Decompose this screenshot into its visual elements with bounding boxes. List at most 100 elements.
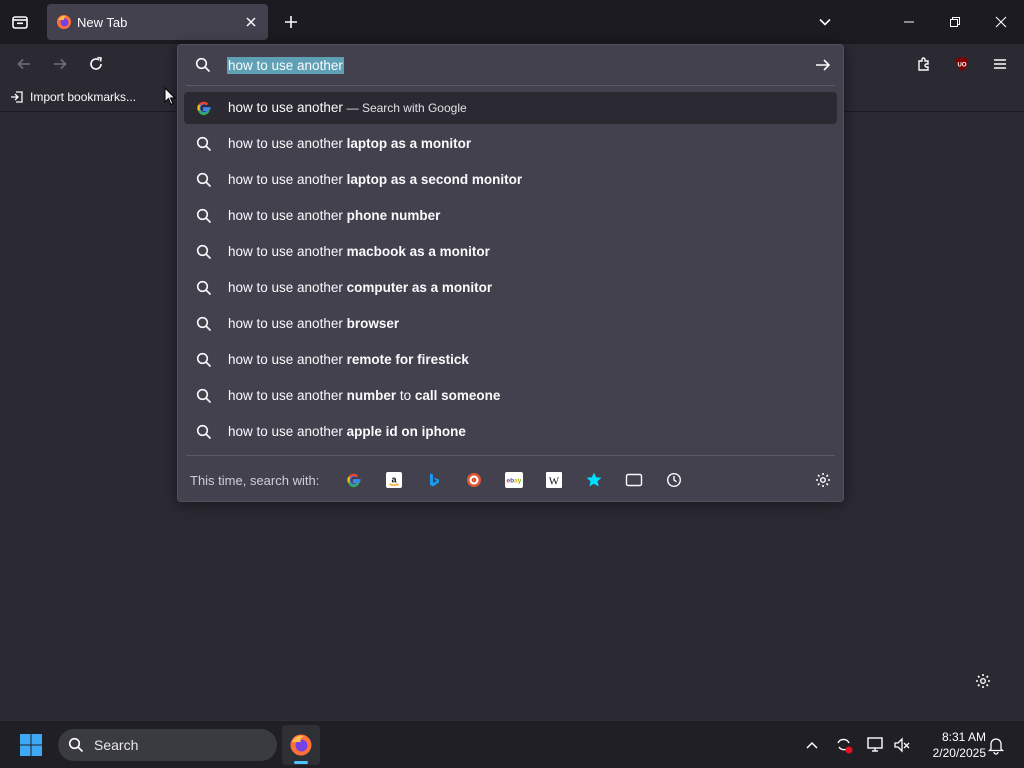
suggestion-completion: macbook as a monitor — [346, 244, 490, 259]
search-icon — [196, 388, 212, 404]
engine-duckduckgo-button[interactable] — [463, 469, 485, 491]
suggestion-prefix: how to use another — [228, 100, 343, 115]
suggestion-completion: remote for firestick — [346, 352, 469, 367]
suggestion-row[interactable]: how to use another phone number — [184, 200, 837, 232]
taskbar-clock[interactable]: 8:31 AM 2/20/2025 — [920, 729, 986, 761]
suggestion-row[interactable]: how to use another laptop as a monitor — [184, 128, 837, 160]
minimize-button[interactable] — [886, 0, 932, 44]
taskbar-firefox-button[interactable] — [282, 725, 320, 765]
back-button[interactable] — [8, 48, 40, 80]
close-tab-icon[interactable] — [245, 16, 257, 28]
ublock-origin-button[interactable]: UO — [946, 48, 978, 80]
suggestion-row[interactable]: how to use another laptop as a second mo… — [184, 164, 837, 196]
suggestion-text: how to use another number to call someon… — [228, 388, 500, 403]
chevron-down-icon — [819, 18, 831, 26]
search-settings-button[interactable] — [812, 469, 834, 491]
list-all-tabs-button[interactable] — [802, 0, 848, 44]
bookmarks-star-icon — [586, 472, 602, 487]
suggestion-row[interactable]: how to use another number to call someon… — [184, 380, 837, 412]
engine-amazon-button[interactable]: a — [383, 469, 405, 491]
search-icon — [196, 244, 212, 260]
suggestion-row[interactable]: how to use another computer as a monitor — [184, 272, 837, 304]
network-tray-button[interactable] — [866, 735, 886, 755]
suggestion-text: how to use another macbook as a monitor — [228, 244, 490, 259]
notifications-button[interactable] — [986, 735, 1006, 755]
suggestion-text: how to use another laptop as a second mo… — [228, 172, 522, 187]
close-window-button[interactable] — [978, 0, 1024, 44]
suggestion-text: how to use another computer as a monitor — [228, 280, 492, 295]
suggestion-row[interactable]: how to use another browser — [184, 308, 837, 340]
bell-icon — [987, 738, 1005, 755]
sync-tray-button[interactable] — [834, 735, 854, 755]
svg-text:ebay: ebay — [507, 478, 522, 485]
google-icon — [196, 100, 212, 116]
search-icon — [196, 424, 212, 440]
suggestion-row[interactable]: how to use another apple id on iphone — [184, 416, 837, 448]
show-hidden-icons-button[interactable] — [802, 735, 822, 755]
search-with-label: This time, search with: — [190, 473, 320, 488]
gear-icon — [976, 674, 990, 688]
firefox-view-icon — [12, 16, 28, 29]
new-tab-button[interactable] — [268, 0, 314, 44]
clock-time: 8:31 AM — [941, 730, 986, 744]
restore-button[interactable] — [932, 0, 978, 44]
search-icon — [196, 136, 212, 152]
network-icon — [867, 737, 883, 752]
tab-strip: New Tab — [0, 0, 1024, 44]
suggestion-completion: browser — [346, 316, 400, 331]
suggestion-completion: laptop as a second monitor — [346, 172, 523, 187]
svg-text:W: W — [549, 476, 560, 488]
suggestion-row[interactable]: how to use another — Search with Google — [184, 92, 837, 124]
search-icon — [196, 280, 212, 296]
reload-icon — [90, 56, 102, 70]
plus-icon — [285, 16, 297, 28]
suggestion-text: how to use another remote for firestick — [228, 352, 469, 367]
suggestion-prefix: how to use another — [228, 388, 347, 403]
suggestion-prefix: how to use another — [228, 208, 347, 223]
go-arrow-icon[interactable] — [815, 57, 831, 73]
volume-tray-button[interactable] — [892, 735, 912, 755]
ublock-shield-icon: UO — [956, 57, 968, 71]
sync-icon — [837, 738, 853, 754]
bing-icon — [430, 473, 439, 487]
extensions-button[interactable] — [908, 48, 940, 80]
suggestion-connector: to — [396, 388, 415, 403]
urlbar-input-row[interactable]: how to use another — [178, 45, 843, 85]
urlbar-input[interactable]: how to use another — [227, 57, 344, 74]
active-app-indicator — [294, 761, 308, 764]
suggestion-text: how to use another browser — [228, 316, 399, 331]
windows-taskbar: Search 8:31 AM 2/20/2025 — [0, 720, 1024, 768]
search-icon — [195, 57, 211, 73]
minimize-icon — [904, 21, 914, 23]
engine-wikipedia-button[interactable]: W — [543, 469, 565, 491]
search-bookmarks-button[interactable] — [583, 469, 605, 491]
suggestion-row[interactable]: how to use another remote for firestick — [184, 344, 837, 376]
tab-title: New Tab — [77, 15, 128, 30]
back-arrow-icon — [17, 58, 30, 70]
search-history-button[interactable] — [663, 469, 685, 491]
suggestion-row[interactable]: how to use another macbook as a monitor — [184, 236, 837, 268]
tab-new-tab[interactable]: New Tab — [47, 4, 268, 40]
app-menu-button[interactable] — [984, 48, 1016, 80]
engine-ebay-button[interactable]: ebay — [503, 469, 525, 491]
import-bookmarks-button[interactable]: Import bookmarks... — [10, 90, 136, 104]
forward-button[interactable] — [44, 48, 76, 80]
engine-bing-button[interactable] — [423, 469, 445, 491]
import-icon — [11, 91, 23, 103]
restore-icon — [950, 17, 960, 27]
engine-google-button[interactable] — [343, 469, 365, 491]
chevron-up-icon — [806, 741, 818, 749]
firefox-view-button[interactable] — [0, 0, 40, 44]
customize-new-tab-button[interactable] — [968, 666, 998, 696]
urlbar-divider — [186, 85, 835, 86]
suggestion-text: how to use another phone number — [228, 208, 440, 223]
taskbar-search-box[interactable]: Search — [58, 729, 277, 761]
suggestion-prefix: how to use another — [228, 352, 347, 367]
search-tabs-button[interactable] — [623, 469, 645, 491]
reload-button[interactable] — [80, 48, 112, 80]
taskbar-search-label: Search — [94, 737, 139, 753]
suggestion-completion: phone number — [346, 208, 441, 223]
start-button[interactable] — [16, 731, 46, 759]
search-icon — [68, 737, 84, 753]
suggestion-prefix: how to use another — [228, 136, 347, 151]
